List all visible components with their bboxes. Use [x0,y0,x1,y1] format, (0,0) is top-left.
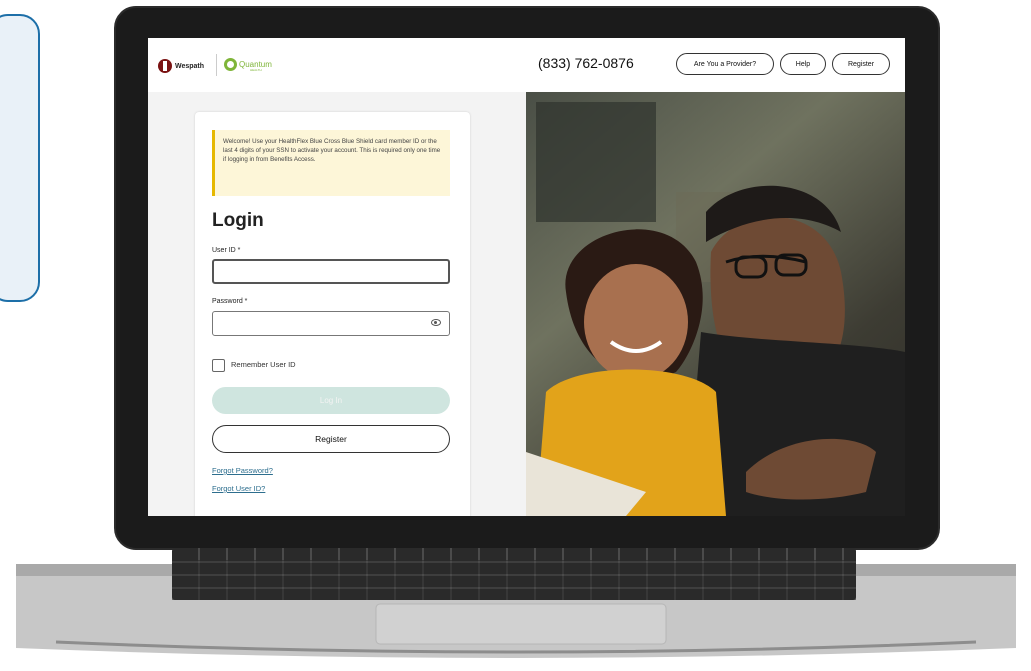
quantum-logo-subtext: HEALTH [250,68,262,72]
forgot-user-id-link[interactable]: Forgot User ID? [212,484,265,493]
wespath-cross-icon [158,59,172,73]
register-button[interactable]: Register [212,425,450,453]
password-label: Password * [212,298,248,305]
eye-icon[interactable] [431,319,441,326]
user-id-label: User ID * [212,247,241,254]
keyboard [172,548,856,600]
help-button[interactable]: Help [780,53,826,75]
remember-user-id-checkbox[interactable] [212,359,225,372]
wespath-logo[interactable]: Wespath [158,59,204,73]
forgot-password-link[interactable]: Forgot Password? [212,466,273,475]
site-header: Wespath Quantum HEALTH (833) 762-0876 Ar… [148,38,905,92]
family-photo-illustration [526,102,905,516]
wespath-logo-text: Wespath [175,62,205,70]
laptop-screen: Wespath Quantum HEALTH (833) 762-0876 Ar… [148,38,905,516]
login-button[interactable]: Log In [212,387,450,414]
login-panel: Welcome! Use your HealthFlex Blue Cross … [148,92,526,516]
user-id-input[interactable] [212,259,450,284]
password-input[interactable] [212,311,450,336]
side-info-card [0,14,40,302]
welcome-notice: Welcome! Use your HealthFlex Blue Cross … [212,130,450,196]
provider-button[interactable]: Are You a Provider? [676,53,774,75]
hero-photo [526,92,905,516]
login-title: Login [212,210,264,231]
remember-user-id-label: Remember User ID [231,360,296,369]
quantum-health-logo[interactable]: Quantum HEALTH [224,58,272,72]
phone-number[interactable]: (833) 762-0876 [538,55,634,71]
header-register-button[interactable]: Register [832,53,890,75]
login-card: Welcome! Use your HealthFlex Blue Cross … [195,112,470,516]
quantum-ring-icon [224,58,237,71]
logo-divider [216,54,217,76]
